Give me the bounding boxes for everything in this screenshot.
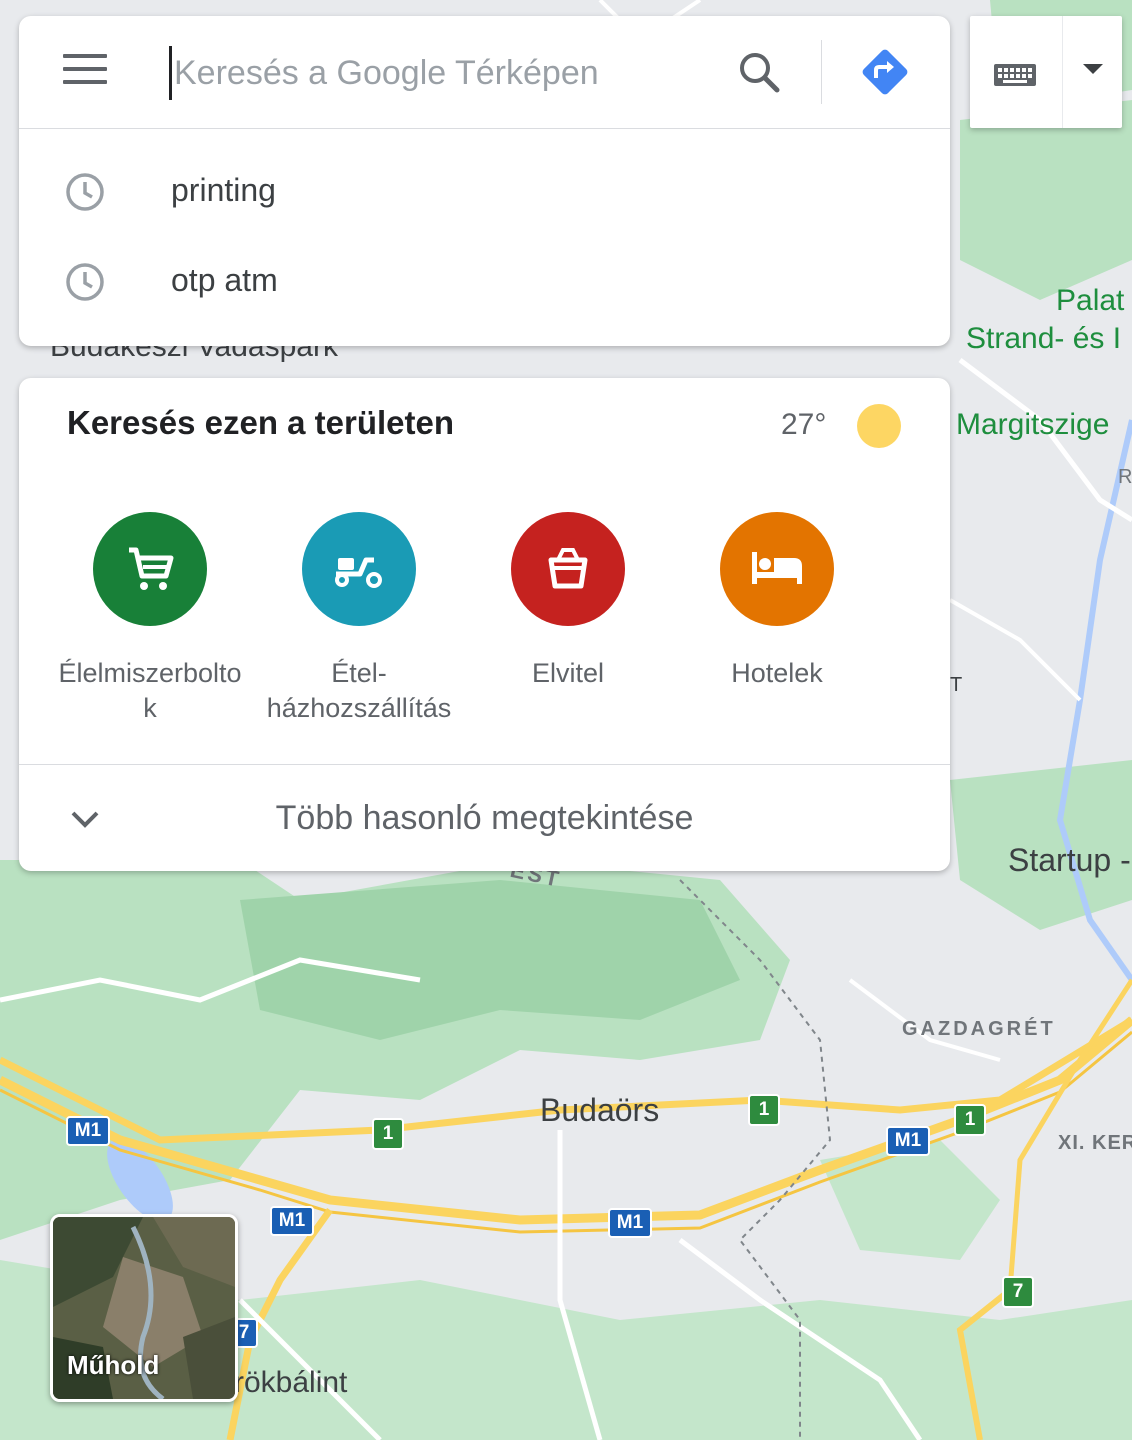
search-button[interactable] bbox=[735, 48, 783, 96]
map-label-margitsziget: Margitszige bbox=[956, 408, 1110, 441]
recent-search-item[interactable]: printing bbox=[19, 146, 950, 236]
map-label-xi-ker: XI. KERÜ bbox=[1058, 1132, 1132, 1154]
explore-area-title: Keresés ezen a területen bbox=[67, 404, 455, 441]
map-label-palat: Palat bbox=[1056, 284, 1125, 317]
map-label-startup: Startup - bbox=[1008, 842, 1131, 878]
shopping-cart-icon bbox=[93, 512, 207, 626]
category-label: Elvitel bbox=[531, 658, 605, 688]
search-icon bbox=[740, 53, 780, 93]
menu-icon bbox=[63, 54, 107, 58]
history-clock-icon bbox=[66, 263, 104, 301]
road-shield-1: 1 bbox=[748, 1094, 780, 1126]
satellite-label: Műhold bbox=[67, 1350, 160, 1380]
show-more-button[interactable]: Több hasonló megtekintése bbox=[19, 765, 950, 871]
map-label-torokbalint: rökbálint bbox=[234, 1366, 348, 1399]
explore-area-panel: Keresés ezen a területen 27° Élelmiszerb… bbox=[19, 378, 950, 871]
menu-button[interactable] bbox=[63, 54, 107, 90]
map-label-t: T bbox=[950, 674, 963, 696]
road-shield-m1: M1 bbox=[886, 1126, 930, 1156]
category-label: Élelmiszerbolto k bbox=[58, 658, 242, 723]
input-tools-dropdown[interactable] bbox=[1062, 16, 1123, 128]
road-shield-1: 1 bbox=[954, 1104, 986, 1136]
map-label-gazdagret: GAZDAGRÉT bbox=[902, 1018, 1056, 1040]
takeout-box-icon bbox=[511, 512, 625, 626]
road-shield-7: 7 bbox=[1002, 1276, 1034, 1308]
category-label: Hotelek bbox=[731, 658, 823, 688]
road-shield-1: 1 bbox=[372, 1118, 404, 1150]
road-shield-m1: M1 bbox=[66, 1116, 110, 1146]
search-input[interactable] bbox=[169, 46, 736, 100]
category-grocery-button[interactable]: Élelmiszerbolto k bbox=[45, 512, 255, 726]
input-tools-panel bbox=[970, 16, 1122, 128]
map-label-strand: Strand- és I bbox=[966, 322, 1122, 355]
recent-search-label: printing bbox=[171, 172, 276, 208]
map-label-r: R bbox=[1118, 466, 1132, 488]
history-clock-icon bbox=[66, 173, 104, 211]
weather-temperature: 27° bbox=[781, 408, 827, 441]
category-label: Étel- házhozszállítás bbox=[266, 658, 452, 723]
caret-down-icon bbox=[1083, 64, 1103, 74]
search-divider bbox=[821, 40, 822, 104]
category-delivery-button[interactable]: Étel- házhozszállítás bbox=[254, 512, 464, 726]
recent-search-item[interactable]: otp atm bbox=[19, 236, 950, 326]
recent-search-label: otp atm bbox=[171, 262, 278, 298]
road-shield-m1: M1 bbox=[608, 1208, 652, 1238]
weather-sun-icon bbox=[857, 404, 901, 448]
satellite-layer-toggle[interactable]: Műhold bbox=[50, 1214, 238, 1402]
directions-icon bbox=[862, 49, 908, 95]
search-bar bbox=[19, 16, 950, 129]
bed-icon bbox=[720, 512, 834, 626]
show-more-label: Több hasonló megtekintése bbox=[275, 799, 694, 837]
category-hotels-button[interactable]: Hotelek bbox=[672, 512, 882, 691]
delivery-scooter-icon bbox=[302, 512, 416, 626]
road-shield-m1: M1 bbox=[270, 1206, 314, 1236]
map-label-budaors: Budaörs bbox=[540, 1092, 660, 1128]
keyboard-button[interactable] bbox=[970, 16, 1062, 128]
search-panel: printing otp atm bbox=[19, 16, 950, 346]
keyboard-icon bbox=[994, 64, 1036, 86]
category-takeout-button[interactable]: Elvitel bbox=[463, 512, 673, 691]
directions-button[interactable] bbox=[859, 46, 911, 98]
